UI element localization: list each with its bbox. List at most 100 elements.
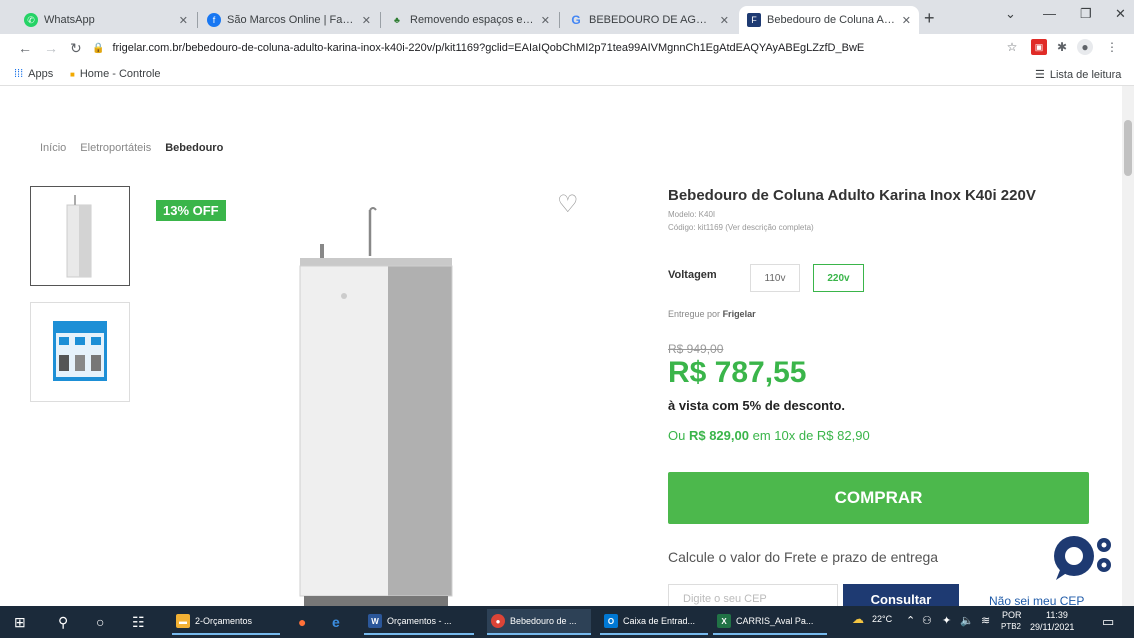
- dont-know-cep-link[interactable]: Não sei meu CEP: [989, 594, 1084, 606]
- maximize-icon[interactable]: ❐: [1080, 6, 1092, 22]
- tab-whatsapp[interactable]: ✆ WhatsApp ✕: [16, 6, 196, 34]
- product-thumbnail-1[interactable]: [30, 186, 130, 286]
- bookmark-label: Apps: [28, 68, 54, 80]
- voltage-label: Voltagem: [668, 269, 717, 281]
- taskbar-app-folder[interactable]: ▬ 2-Orçamentos: [172, 609, 280, 635]
- voltage-option-110v[interactable]: 110v: [750, 264, 800, 292]
- frigelar-icon: F: [747, 13, 761, 27]
- plant-icon: ♣: [394, 15, 400, 25]
- tab-search-icon[interactable]: ⌄: [1005, 6, 1016, 22]
- voltage-option-220v[interactable]: 220v: [813, 264, 864, 292]
- menu-kebab-icon[interactable]: ⋮: [1104, 39, 1120, 55]
- installment-total: R$ 829,00: [688, 428, 749, 443]
- new-tab-icon[interactable]: +: [924, 8, 935, 29]
- whatsapp-icon: ✆: [24, 13, 38, 27]
- reading-list[interactable]: ☰ Lista de leitura: [1035, 68, 1122, 82]
- window-close-icon[interactable]: ✕: [1115, 6, 1126, 22]
- forward-icon[interactable]: →: [44, 40, 58, 56]
- tray-chevron-icon[interactable]: ⌃: [906, 614, 915, 627]
- tab-title: WhatsApp: [44, 14, 95, 26]
- tab-frigelar-active[interactable]: F Bebedouro de Coluna Adult ✕: [739, 6, 919, 34]
- breadcrumb-bebedouro: Bebedouro: [165, 142, 224, 154]
- tab-removendo-espacos[interactable]: ♣ Removendo espaços em bra ✕: [382, 6, 558, 34]
- scrollbar-thumb[interactable]: [1124, 120, 1132, 176]
- product-code: Código: kit1169 (Ver descrição completa): [668, 223, 814, 232]
- installment-suffix: em 10x de R$ 82,90: [752, 428, 870, 443]
- minimize-icon[interactable]: —: [1043, 6, 1056, 21]
- close-icon[interactable]: ✕: [179, 14, 188, 27]
- extensions-icon[interactable]: ✱: [1054, 39, 1070, 55]
- close-icon[interactable]: ✕: [362, 14, 371, 27]
- url-field[interactable]: 🔒 frigelar.com.br/bebedouro-de-coluna-ad…: [92, 38, 992, 58]
- close-icon[interactable]: ✕: [902, 14, 911, 27]
- bookmark-star-icon[interactable]: ☆: [1004, 39, 1020, 55]
- tab-facebook[interactable]: f São Marcos Online | Facebo ✕: [199, 6, 379, 34]
- task-view-icon[interactable]: ☷: [132, 614, 145, 631]
- cortana-icon[interactable]: ○: [96, 614, 104, 630]
- tab-title: Bebedouro de Coluna Adult: [767, 14, 896, 26]
- bookmark-home-controle[interactable]: ■ Home - Controle: [70, 68, 161, 80]
- keyboard-layout[interactable]: PTB2: [1001, 622, 1021, 631]
- tab-google-search[interactable]: G BEBEDOURO DE AGUA MCA ✕: [561, 6, 737, 34]
- product-model: Modelo: K40I: [668, 210, 716, 219]
- chat-widget-icon[interactable]: [1052, 532, 1116, 582]
- folder-icon: ▬: [176, 614, 190, 628]
- taskbar-app-outlook[interactable]: O Caixa de Entrad...: [600, 609, 708, 635]
- language-code[interactable]: POR: [1002, 610, 1022, 620]
- windows-start-icon[interactable]: ⊞: [14, 614, 26, 631]
- facebook-icon: f: [207, 13, 221, 27]
- favorite-heart-icon[interactable]: ♡: [557, 190, 579, 219]
- network-icon[interactable]: ⚇: [922, 614, 932, 627]
- thumbnail-spec-image: [53, 321, 107, 381]
- back-icon[interactable]: ←: [18, 40, 32, 56]
- bluetooth-icon[interactable]: ✦: [942, 614, 951, 627]
- buy-button[interactable]: COMPRAR: [668, 472, 1089, 524]
- taskbar-app-excel[interactable]: X CARRIS_Aval Pa...: [713, 609, 827, 635]
- tab-divider: [559, 12, 560, 28]
- seller-name: Frigelar: [722, 309, 756, 319]
- cep-input[interactable]: Digite o seu CEP: [668, 584, 838, 606]
- reading-list-label: Lista de leitura: [1049, 68, 1122, 81]
- taskbar-app-label: Bebedouro de ...: [510, 616, 577, 626]
- profile-avatar[interactable]: ●: [1077, 39, 1093, 55]
- breadcrumb: Início Eletroportáteis Bebedouro: [40, 142, 223, 154]
- wifi-icon[interactable]: ≋: [981, 614, 990, 627]
- lock-icon: 🔒: [92, 42, 105, 54]
- excel-icon: X: [717, 614, 731, 628]
- pdf-extension-icon[interactable]: ▣: [1031, 39, 1047, 55]
- clock-time[interactable]: 11:39: [1046, 610, 1068, 620]
- word-icon: W: [368, 614, 382, 628]
- notifications-icon[interactable]: ▭: [1102, 614, 1114, 630]
- shipping-calculator-title: Calcule o valor do Frete e prazo de entr…: [668, 549, 939, 565]
- edge-icon[interactable]: e: [332, 614, 340, 630]
- installment-info: Ou R$ 829,00 em 10x de R$ 82,90: [668, 428, 870, 443]
- search-icon[interactable]: ⚲: [58, 614, 68, 631]
- taskbar-app-chrome[interactable]: ● Bebedouro de ...: [487, 609, 591, 635]
- tab-title: BEBEDOURO DE AGUA MCA: [589, 14, 714, 26]
- breadcrumb-inicio[interactable]: Início: [40, 142, 66, 154]
- seller-info: Entregue por Frigelar: [668, 309, 756, 319]
- tab-title: Removendo espaços em bra: [410, 14, 535, 26]
- bookmark-label: Home - Controle: [79, 68, 161, 80]
- taskbar-app-label: Caixa de Entrad...: [623, 616, 696, 626]
- discount-badge: 13% OFF: [156, 200, 226, 221]
- bookmark-apps[interactable]: ⁞⁞⁞ Apps: [14, 68, 53, 80]
- volume-icon[interactable]: 🔈: [960, 614, 974, 627]
- product-main-image: [299, 207, 453, 606]
- current-price: R$ 787,55: [668, 356, 807, 389]
- breadcrumb-eletroportateis[interactable]: Eletroportáteis: [80, 142, 151, 154]
- product-thumbnail-2[interactable]: [30, 302, 130, 402]
- clock-date[interactable]: 29/11/2021: [1030, 622, 1074, 632]
- tab-title: São Marcos Online | Facebo: [227, 14, 356, 26]
- weather-icon[interactable]: ☁: [852, 612, 864, 626]
- seller-prefix: Entregue por: [668, 309, 721, 319]
- close-icon[interactable]: ✕: [541, 14, 550, 27]
- apps-grid-icon: ⁞⁞⁞: [14, 68, 24, 80]
- taskbar-app-word[interactable]: W Orçamentos - ...: [364, 609, 474, 635]
- bookmarks-bar: ⁞⁞⁞ Apps ■ Home - Controle ☰ Lista de le…: [0, 62, 1134, 86]
- firefox-icon[interactable]: ●: [298, 614, 306, 630]
- close-icon[interactable]: ✕: [720, 14, 729, 27]
- weather-temp[interactable]: 22°C: [872, 614, 892, 624]
- consult-cep-button[interactable]: Consultar: [843, 584, 959, 606]
- reload-icon[interactable]: ↻: [70, 40, 82, 57]
